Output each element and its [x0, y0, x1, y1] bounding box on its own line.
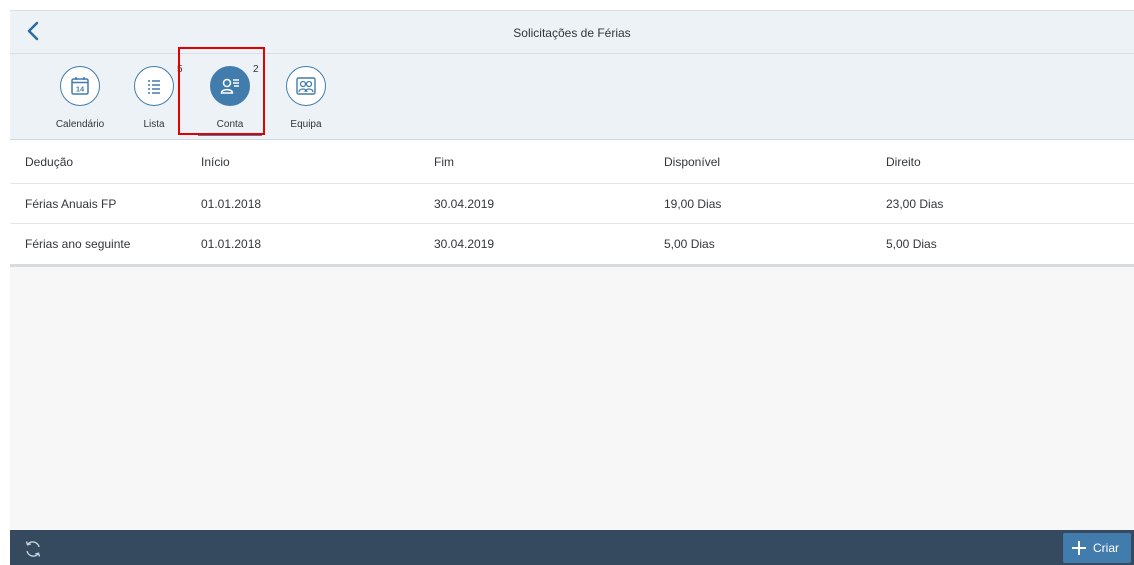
- cell-disponivel: 5,00 Dias: [664, 237, 715, 251]
- cell-fim: 30.04.2019: [434, 237, 495, 251]
- plus-icon: [1072, 541, 1086, 555]
- column-header-direito[interactable]: Direito: [886, 155, 1086, 169]
- tab-label: Lista: [143, 119, 165, 130]
- refresh-button[interactable]: [23, 539, 43, 559]
- column-header-disponivel[interactable]: Disponível: [664, 155, 886, 169]
- tab-account[interactable]: 2 Conta: [190, 54, 270, 140]
- tab-label: Conta: [216, 119, 244, 130]
- refresh-icon: [25, 541, 41, 557]
- tab-list[interactable]: 5 Lista: [114, 54, 194, 140]
- create-button[interactable]: Criar: [1063, 533, 1131, 563]
- tab-icon-circle: 14: [60, 66, 100, 106]
- cell-disponivel: 19,00 Dias: [664, 196, 722, 211]
- tab-label: Equipa: [290, 119, 322, 130]
- table-header-row: Dedução Início Fim Disponível Direito: [10, 140, 1134, 184]
- cell-direito: 23,00 Dias: [886, 196, 944, 211]
- tab-count-badge: 2: [253, 64, 259, 75]
- cell-fim: 30.04.2019: [434, 196, 495, 211]
- tab-selected-indicator: [198, 134, 262, 136]
- column-header-deducao[interactable]: Dedução: [25, 155, 216, 169]
- column-header-fim[interactable]: Fim: [434, 155, 664, 169]
- column-header-inicio[interactable]: Início: [201, 155, 434, 169]
- tab-calendar[interactable]: 14 Calendário: [40, 54, 120, 140]
- tab-icon-circle: [134, 66, 174, 106]
- app-window: Solicitações de Férias 14 Calendário 5 L…: [10, 10, 1134, 565]
- calendar-icon-day: 14: [76, 85, 85, 94]
- page-title: Solicitações de Férias: [513, 26, 631, 40]
- tab-team[interactable]: Equipa: [266, 54, 346, 140]
- cell-inicio: 01.01.2018: [201, 237, 262, 251]
- calendar-icon: 14: [71, 77, 89, 95]
- table-row[interactable]: Férias ano seguinte 01.01.2018 30.04.201…: [10, 224, 1134, 264]
- tab-label: Calendário: [55, 119, 105, 130]
- header-bar: Solicitações de Férias: [10, 10, 1134, 54]
- cell-inicio: 01.01.2018: [201, 196, 262, 211]
- balance-table: Dedução Início Fim Disponível Direito Fé…: [10, 140, 1134, 267]
- tab-count-badge: 5: [177, 64, 183, 75]
- account-icon: [220, 78, 239, 94]
- cell-direito: 5,00 Dias: [886, 237, 937, 251]
- team-icon: [296, 77, 316, 95]
- tab-icon-circle: [210, 66, 250, 106]
- icon-tab-bar: 14 Calendário 5 Lista 2 Conta Equipa: [10, 54, 1134, 140]
- list-icon: [148, 80, 160, 94]
- cell-deducao: Férias ano seguinte: [25, 237, 131, 251]
- table-row[interactable]: Férias Anuais FP 01.01.2018 30.04.2019 1…: [10, 184, 1134, 224]
- create-button-label: Criar: [1093, 541, 1119, 555]
- cell-deducao: Férias Anuais FP: [25, 196, 117, 211]
- footer-toolbar: Criar: [10, 530, 1134, 565]
- tab-icon-circle: [286, 66, 326, 106]
